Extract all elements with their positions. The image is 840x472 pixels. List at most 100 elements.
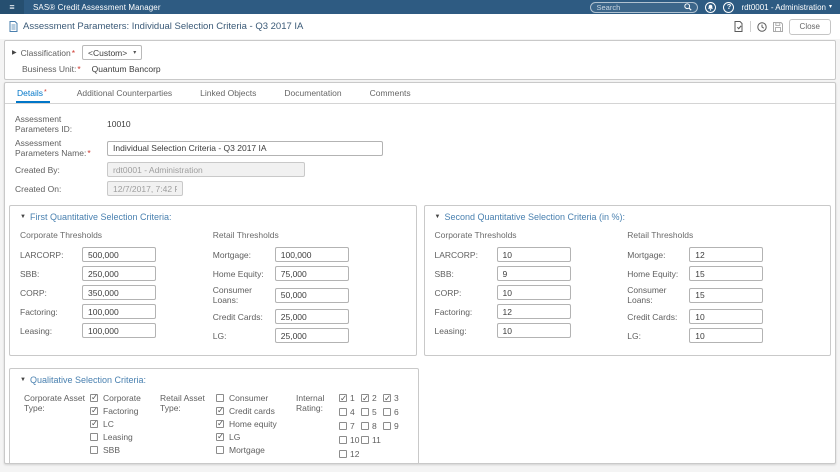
checkbox-box[interactable] (216, 445, 224, 454)
threshold-input[interactable] (82, 247, 156, 262)
threshold-input[interactable] (496, 304, 571, 319)
checkbox-box[interactable] (339, 422, 347, 430)
threshold-input[interactable] (689, 266, 764, 281)
threshold-row: Home Equity: (213, 266, 406, 281)
history-button[interactable] (756, 21, 767, 32)
checkbox-box[interactable] (361, 408, 369, 416)
checkbox-box[interactable] (216, 431, 224, 442)
search-input[interactable] (596, 2, 685, 12)
threshold-input[interactable] (82, 266, 156, 281)
threshold-input[interactable] (82, 285, 156, 300)
checkbox-credit-cards[interactable]: Credit cards (216, 405, 296, 416)
checkbox-factoring[interactable]: Factoring (90, 405, 160, 416)
checkbox-box[interactable] (383, 393, 391, 404)
threshold-input[interactable] (274, 266, 349, 281)
checkbox-box[interactable] (383, 422, 391, 430)
column-header: Retail Thresholds (212, 230, 279, 240)
collapse-icon: ▼ (434, 214, 441, 220)
help-button[interactable]: ? (723, 1, 735, 13)
threshold-input[interactable] (496, 247, 571, 262)
retail-thresholds-column: Retail Thresholds Mortgage: Home Equity:… (627, 230, 820, 347)
qualitative-header[interactable]: ▼ Qualitative Selection Criteria: (20, 375, 408, 385)
required-asterisk: * (71, 47, 76, 58)
threshold-row: Mortgage: (627, 247, 820, 262)
close-button[interactable]: Close (788, 18, 831, 35)
save-button[interactable] (772, 21, 783, 32)
second-quantitative-header[interactable]: ▼ Second Quantitative Selection Criteria… (435, 212, 821, 222)
checkbox-rating-12[interactable]: 12 (339, 449, 361, 459)
threshold-row: LARCORP: (435, 247, 628, 262)
threshold-input[interactable] (274, 247, 349, 262)
threshold-input[interactable] (274, 328, 349, 343)
name-input[interactable] (107, 140, 383, 156)
threshold-input[interactable] (689, 287, 764, 303)
tab-documentation[interactable]: Documentation (283, 88, 342, 103)
notifications-button[interactable] (705, 1, 717, 13)
threshold-input[interactable] (496, 323, 571, 338)
tab-linked-objects[interactable]: Linked Objects (199, 88, 257, 103)
user-menu[interactable]: rdt0001 - Administration ▾ (741, 3, 832, 12)
checkbox-box[interactable] (216, 418, 224, 429)
threshold-input[interactable] (496, 285, 571, 300)
checkbox-mortgage[interactable]: Mortgage (216, 445, 296, 455)
required-asterisk: * (43, 89, 47, 96)
checkbox-rating-5[interactable]: 5 (361, 407, 383, 417)
checkbox-box[interactable] (361, 393, 369, 404)
checkbox-box[interactable] (361, 422, 369, 430)
checkbox-box[interactable] (361, 436, 369, 444)
checkbox-box[interactable] (90, 445, 98, 454)
checkbox-rating-6[interactable]: 6 (383, 407, 405, 417)
threshold-input[interactable] (689, 247, 764, 262)
checkbox-lc[interactable]: LC (90, 418, 160, 429)
checkbox-box[interactable] (216, 405, 224, 416)
checkbox-box[interactable] (90, 418, 98, 429)
menu-button[interactable]: ≡ (0, 0, 24, 14)
retail-thresholds-column: Retail Thresholds Mortgage: Home Equity:… (213, 230, 406, 347)
threshold-input[interactable] (274, 287, 349, 303)
checkbox-rating-2[interactable]: 2 (361, 393, 383, 404)
checkbox-corporate[interactable]: Corporate (90, 392, 160, 403)
checkbox-box[interactable] (383, 408, 391, 416)
checkbox-rating-10[interactable]: 10 (339, 435, 361, 445)
checkbox-box[interactable] (90, 405, 98, 416)
checkbox-rating-4[interactable]: 4 (339, 407, 361, 417)
first-quantitative-header[interactable]: ▼ First Quantitative Selection Criteria: (20, 212, 406, 222)
checkbox-box[interactable] (339, 393, 347, 404)
checkbox-rating-9[interactable]: 9 (383, 421, 405, 431)
threshold-row: Consumer Loans: (213, 285, 406, 305)
checkbox-box[interactable] (90, 432, 98, 441)
checkbox-rating-11[interactable]: 11 (361, 435, 383, 445)
checkbox-consumer[interactable]: Consumer (216, 393, 296, 403)
checkbox-box[interactable] (339, 450, 347, 458)
checkbox-rating-3[interactable]: 3 (383, 393, 405, 404)
threshold-input[interactable] (689, 309, 764, 324)
tab-comments[interactable]: Comments (369, 88, 412, 103)
classification-row: ▶ Classification * <Custom> ▾ (12, 45, 828, 60)
checkbox-box[interactable] (339, 436, 347, 444)
checkbox-home-equity[interactable]: Home equity (216, 418, 296, 429)
validate-button[interactable] (734, 21, 744, 32)
section-title: Qualitative Selection Criteria: (29, 375, 147, 385)
threshold-input[interactable] (689, 328, 764, 343)
checkbox-lg[interactable]: LG (216, 431, 296, 442)
document-icon (9, 21, 18, 32)
threshold-input[interactable] (82, 304, 156, 319)
checkbox-box[interactable] (216, 393, 224, 402)
checkbox-rating-8[interactable]: 8 (361, 421, 383, 431)
checkbox-box[interactable] (90, 392, 98, 403)
threshold-input[interactable] (274, 309, 349, 324)
expander-icon[interactable]: ▶ (12, 49, 17, 56)
search-box[interactable] (590, 1, 699, 13)
business-unit-label: Business Unit: (22, 64, 77, 74)
checkbox-sbb[interactable]: SBB (90, 445, 160, 455)
checkbox-box[interactable] (339, 408, 347, 416)
threshold-input[interactable] (82, 323, 156, 338)
tab-additional-counterparties[interactable]: Additional Counterparties (76, 88, 173, 103)
checkbox-leasing[interactable]: Leasing (90, 432, 160, 442)
checkbox-rating-1[interactable]: 1 (339, 393, 361, 404)
checkbox-rating-7[interactable]: 7 (339, 421, 361, 431)
threshold-input[interactable] (496, 266, 571, 281)
tab-details[interactable]: Details* (16, 88, 50, 103)
name-label: Assessment Parameters Name:* (15, 138, 91, 158)
classification-select[interactable]: <Custom> ▾ (82, 45, 143, 60)
